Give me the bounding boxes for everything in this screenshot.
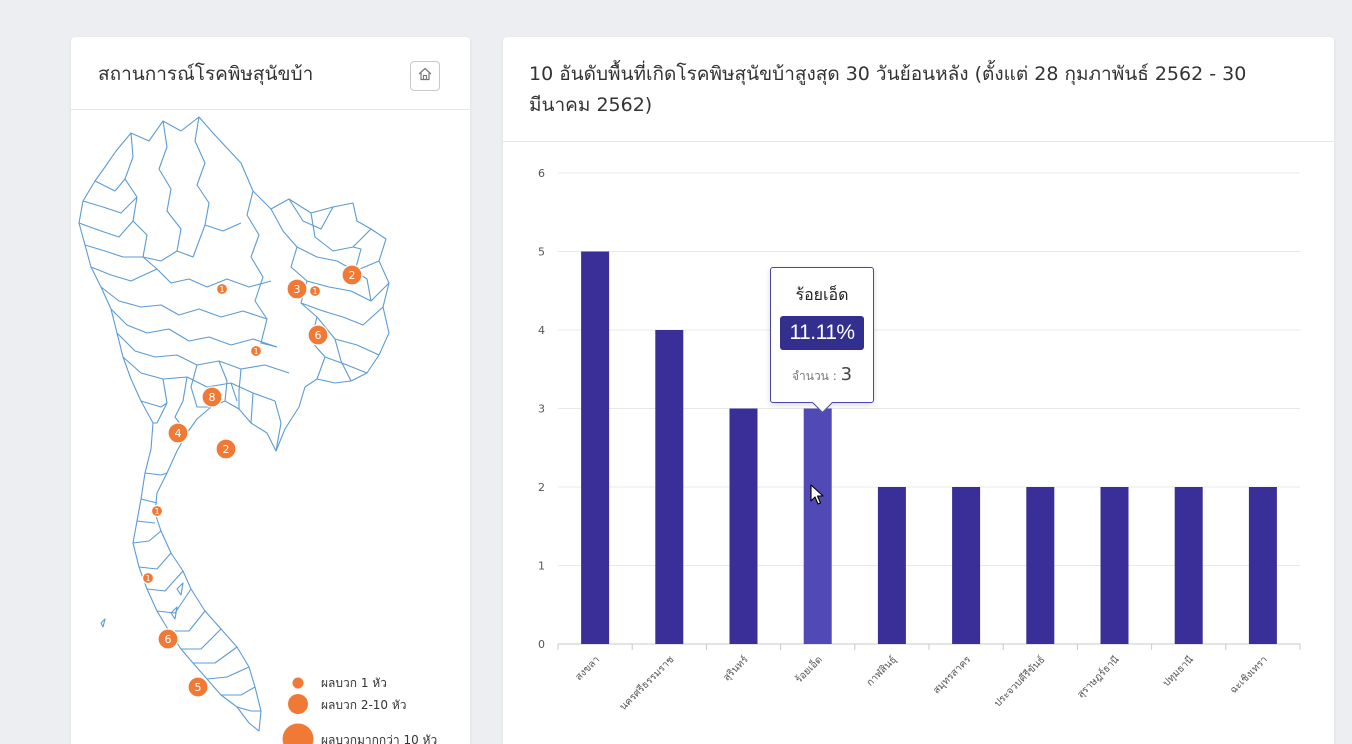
case-marker-label: 2 <box>349 269 356 282</box>
x-tick-label: สุราษฎร์ธานี <box>1075 654 1122 701</box>
province-border <box>90 266 272 288</box>
legend-label: ผลบวกมากกว่า 10 หัว <box>321 733 437 744</box>
case-marker[interactable]: 6 <box>307 324 329 346</box>
case-marker-label: 1 <box>145 574 150 583</box>
x-tick-label: ร้อยเอ็ด <box>791 652 824 685</box>
bar[interactable] <box>803 408 832 645</box>
case-marker[interactable]: 4 <box>167 422 189 444</box>
legend-item: ผลบวก 2-10 หัว <box>288 694 407 714</box>
province-border <box>158 120 182 252</box>
legend-item: ผลบวกมากกว่า 10 หัว <box>282 723 437 744</box>
case-marker[interactable]: 8 <box>201 386 223 408</box>
y-tick-label: 2 <box>538 481 545 494</box>
y-tick-label: 1 <box>538 560 545 573</box>
case-marker[interactable]: 1 <box>141 571 155 585</box>
x-tick-label: กาฬสินธุ์ <box>864 654 899 689</box>
case-marker-label: 1 <box>312 287 317 296</box>
case-marker-label: 1 <box>154 507 159 516</box>
case-markers: 231 1618421165 <box>141 264 363 698</box>
legend-marker <box>288 694 308 714</box>
province-border <box>140 400 168 408</box>
province-border <box>246 190 278 348</box>
province-border <box>194 116 210 226</box>
case-marker-label: 1 <box>253 347 258 356</box>
y-tick-label: 3 <box>538 403 545 416</box>
bar[interactable] <box>1248 487 1277 644</box>
province-border <box>78 178 138 238</box>
tooltip-count-value: 3 <box>840 364 853 385</box>
legend-item: ผลบวก 1 หัว <box>292 676 387 690</box>
case-marker[interactable]: 1 <box>215 282 229 296</box>
province-border <box>116 332 290 374</box>
tooltip-count: จำนวน : 3 <box>771 364 873 386</box>
bar[interactable] <box>1026 487 1055 644</box>
bar[interactable] <box>655 330 684 644</box>
province-border <box>122 356 276 402</box>
case-marker[interactable]: 2 <box>215 438 237 460</box>
province-border <box>100 286 268 320</box>
y-tick-label: 0 <box>538 638 545 651</box>
case-marker-label: 5 <box>195 681 202 694</box>
case-marker-label: 4 <box>175 427 182 440</box>
island <box>176 582 184 596</box>
case-marker[interactable]: 1 <box>249 344 263 358</box>
case-marker-label: 6 <box>165 633 172 646</box>
case-marker[interactable]: 1 <box>308 284 322 298</box>
legend-label: ผลบวก 2-10 หัว <box>321 698 407 712</box>
province-borders <box>78 116 390 732</box>
province-border <box>324 338 368 382</box>
case-marker-label: 1 <box>219 285 224 294</box>
thailand-map[interactable]: 231 1618421165 ผลบวก 1 หัวผลบวก 2-10 หัวผ… <box>71 111 470 744</box>
case-marker[interactable]: 5 <box>187 676 209 698</box>
legend-marker <box>282 723 314 744</box>
case-marker[interactable]: 1 <box>150 504 164 518</box>
case-marker-label: 2 <box>223 443 230 456</box>
tooltip-count-label: จำนวน : <box>791 369 837 383</box>
x-tick-label: ปทุมธานี <box>1160 654 1196 690</box>
top10-chart-panel: 10 อันดับพื้นที่เกิดโรคพิษสุนัขบ้าสูงสุด… <box>503 37 1334 744</box>
map-legend: ผลบวก 1 หัวผลบวก 2-10 หัวผลบวกมากกว่า 10… <box>282 676 437 744</box>
province-border <box>110 308 278 348</box>
map-panel-title: สถานการณ์โรคพิษสุนัขบ้า <box>98 63 314 85</box>
y-tick-label: 5 <box>538 246 545 259</box>
bar-chart[interactable]: 0 1 2 3 4 5 6 สงขลา นครศรีธรรมราช สุรินทร์ ร้อยเอ็… <box>503 37 1334 744</box>
map-panel-header: สถานการณ์โรคพิษสุนัขบ้า <box>71 37 470 110</box>
home-icon <box>417 66 433 86</box>
bar[interactable] <box>729 408 758 645</box>
x-tick-label: สมุทรสาคร <box>931 654 973 696</box>
home-button[interactable] <box>410 61 440 91</box>
x-tick-label: สุรินทร์ <box>721 653 751 683</box>
case-marker[interactable]: 3 <box>286 278 308 300</box>
island <box>100 618 106 628</box>
x-tick-label: ฉะเชิงเทรา <box>1228 654 1270 696</box>
mouse-cursor-icon <box>810 484 824 510</box>
x-tick-label: ประจวบคีรีขันธ์ <box>992 654 1048 710</box>
case-marker-label: 8 <box>209 391 216 404</box>
bar[interactable] <box>877 487 906 644</box>
bar[interactable] <box>1100 487 1129 644</box>
case-marker[interactable]: 6 <box>157 628 179 650</box>
case-marker-label: 3 <box>294 283 301 296</box>
case-marker[interactable]: 2 <box>341 264 363 286</box>
legend-marker <box>292 677 304 689</box>
province-border <box>169 610 238 664</box>
bar[interactable] <box>581 251 610 645</box>
tooltip-province: ร้อยเอ็ด <box>795 285 849 304</box>
case-marker-label: 6 <box>315 329 322 342</box>
y-tick-label: 4 <box>538 324 545 337</box>
legend-label: ผลบวก 1 หัว <box>321 676 387 690</box>
province-border <box>124 132 158 270</box>
bar[interactable] <box>952 487 981 644</box>
province-border <box>84 222 242 262</box>
chart-tooltip: ร้อยเอ็ด 11.11% จำนวน : 3 <box>770 267 874 403</box>
rabies-map-panel: สถานการณ์โรคพิษสุนัขบ้า 2 3 1 1 6 1 8 4 … <box>71 37 470 744</box>
y-tick-label: 6 <box>538 167 545 180</box>
tooltip-percent: 11.11% <box>780 316 864 350</box>
x-tick-label: สงขลา <box>574 654 603 683</box>
bar[interactable] <box>1174 487 1203 644</box>
x-tick-label: นครศรีธรรมราช <box>617 653 676 712</box>
